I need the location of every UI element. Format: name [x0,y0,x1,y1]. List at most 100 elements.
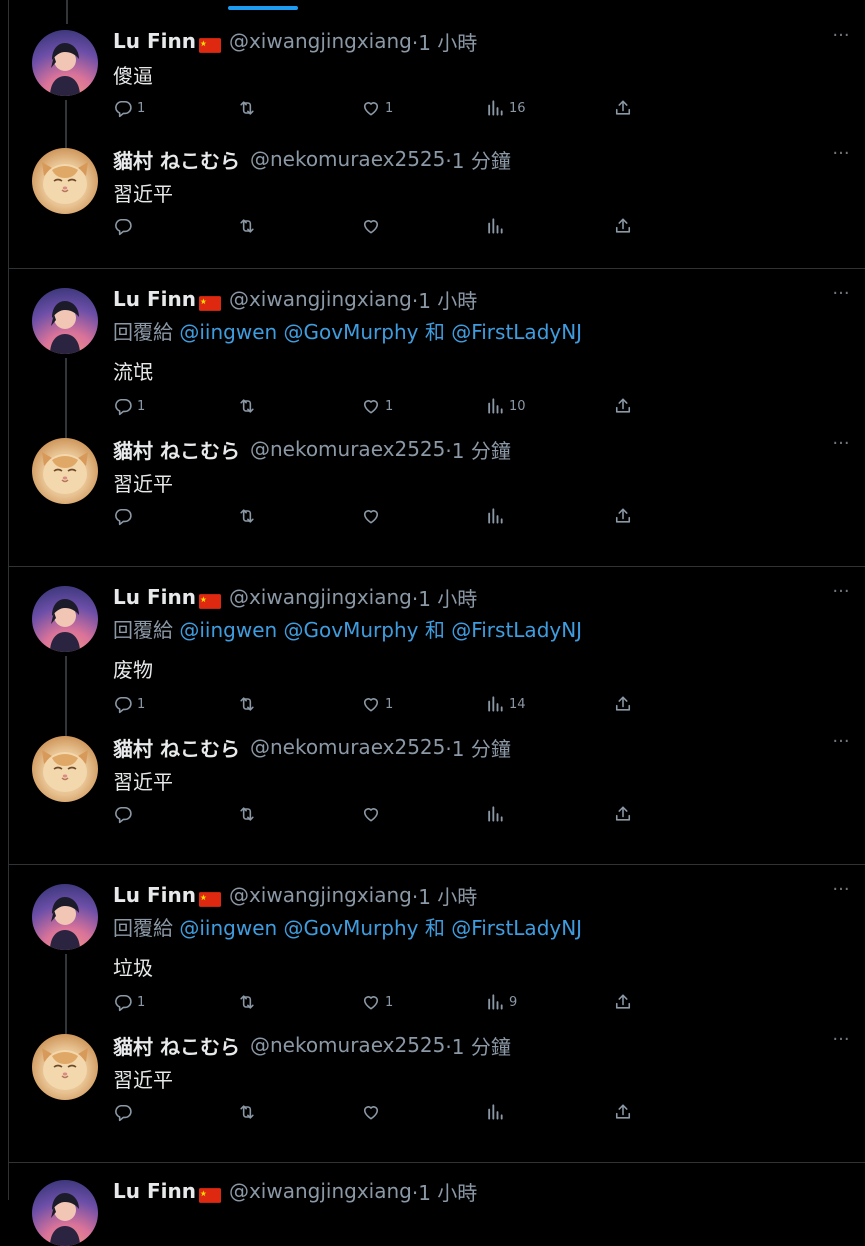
mention-link[interactable]: @iingwen [179,320,277,344]
user-handle[interactable]: @nekomuraex2525 [250,147,445,171]
tweet-reply-nekomura[interactable]: 貓村 ねこむら @nekomuraex2525·1 分鐘 ··· 習近平 [8,418,865,548]
tweet-lu-finn[interactable]: Lu Finn @xiwangjingxiang ·1 小時 ··· 回覆給 @iing… [8,864,865,1034]
timestamp[interactable]: ·1 小時 [412,881,477,910]
reply-button[interactable] [113,504,133,528]
tweet-reply-nekomura[interactable]: 貓村 ねこむら @nekomuraex2525·1 分鐘 ··· 習近平 [8,716,865,846]
timestamp[interactable]: ·1 分鐘 [445,1031,510,1060]
timestamp[interactable]: ·1 小時 [412,583,477,612]
mention-link[interactable]: @FirstLadyNJ [451,320,582,344]
mention-link[interactable]: @iingwen [179,618,277,642]
retweet-button[interactable] [237,1100,257,1124]
share-button[interactable] [613,990,633,1014]
retweet-button[interactable] [237,96,261,120]
share-button[interactable] [613,214,633,238]
more-icon[interactable]: ··· [829,434,853,454]
more-icon[interactable]: ··· [829,582,853,602]
mention-link[interactable]: @FirstLadyNJ [451,618,582,642]
display-name[interactable]: Lu Finn [113,585,196,609]
views-button[interactable]: 10 [485,394,526,418]
views-button[interactable]: 9 [485,990,517,1014]
views-button[interactable] [485,1100,505,1124]
reply-button[interactable]: 1 [113,692,145,716]
more-icon[interactable]: ··· [829,144,853,164]
reply-button[interactable] [113,802,133,826]
tweet-reply-nekomura[interactable]: 貓村 ねこむら @nekomuraex2525·1 分鐘 ··· 習近平 [8,128,865,258]
reply-button[interactable] [113,214,133,238]
views-button[interactable]: 14 [485,692,526,716]
timestamp[interactable]: ·1 分鐘 [445,733,510,762]
like-button[interactable]: 1 [361,692,393,716]
share-button[interactable] [613,802,633,826]
views-button[interactable] [485,504,505,528]
reply-button[interactable] [113,1100,133,1124]
retweet-button[interactable] [237,990,261,1014]
tweet-lu-finn[interactable]: Lu Finn @xiwangjingxiang ·1 小時 ··· 回覆給 @iing… [8,566,865,736]
more-icon[interactable]: ··· [829,26,853,46]
avatar[interactable] [32,438,98,504]
display-name[interactable]: Lu Finn [113,29,196,53]
timestamp[interactable]: ·1 分鐘 [445,145,510,174]
display-name[interactable]: 貓村 ねこむら [113,145,240,174]
mention-link[interactable]: @iingwen [179,916,277,940]
views-button[interactable] [485,802,505,826]
share-button[interactable] [613,1100,633,1124]
user-handle[interactable]: @xiwangjingxiang [229,287,412,311]
tweet-partial[interactable]: Lu Finn @xiwangjingxiang ·1 小時 [8,1164,865,1246]
tweet-lu-finn[interactable]: Lu Finn @xiwangjingxiang ·1 小時 ··· 回覆給 @iing… [8,268,865,438]
like-button[interactable]: 1 [361,990,393,1014]
mention-link[interactable]: @GovMurphy [284,618,419,642]
avatar[interactable] [32,1180,98,1246]
mention-link[interactable]: @GovMurphy [284,320,419,344]
share-button[interactable] [613,504,633,528]
more-icon[interactable]: ··· [829,732,853,752]
avatar[interactable] [32,288,98,354]
mention-link[interactable]: @FirstLadyNJ [451,916,582,940]
like-button[interactable] [361,1100,381,1124]
user-handle[interactable]: @xiwangjingxiang [229,1179,412,1203]
avatar[interactable] [32,148,98,214]
reply-button[interactable]: 1 [113,96,145,120]
like-button[interactable] [361,802,381,826]
share-button[interactable] [613,394,633,418]
timestamp[interactable]: ·1 分鐘 [445,435,510,464]
reply-button[interactable]: 1 [113,990,145,1014]
user-handle[interactable]: @xiwangjingxiang [229,29,412,53]
user-handle[interactable]: @nekomuraex2525 [250,1033,445,1057]
like-button[interactable] [361,214,381,238]
more-icon[interactable]: ··· [829,880,853,900]
retweet-button[interactable] [237,214,257,238]
timestamp[interactable]: ·1 小時 [412,27,477,56]
more-icon[interactable]: ··· [829,284,853,304]
retweet-button[interactable] [237,394,261,418]
retweet-button[interactable] [237,692,261,716]
avatar[interactable] [32,884,98,950]
timestamp[interactable]: ·1 小時 [412,1177,477,1206]
display-name[interactable]: Lu Finn [113,1179,196,1203]
tweet-reply-nekomura[interactable]: 貓村 ねこむら @nekomuraex2525·1 分鐘 ··· 習近平 [8,1014,865,1144]
retweet-button[interactable] [237,802,257,826]
timestamp[interactable]: ·1 小時 [412,285,477,314]
user-handle[interactable]: @nekomuraex2525 [250,437,445,461]
views-button[interactable] [485,214,505,238]
avatar[interactable] [32,30,98,96]
like-button[interactable] [361,504,381,528]
display-name[interactable]: 貓村 ねこむら [113,435,240,464]
like-button[interactable]: 1 [361,394,393,418]
avatar[interactable] [32,1034,98,1100]
avatar[interactable] [32,736,98,802]
share-button[interactable] [613,692,633,716]
user-handle[interactable]: @xiwangjingxiang [229,883,412,907]
views-button[interactable]: 16 [485,96,526,120]
share-button[interactable] [613,96,633,120]
display-name[interactable]: Lu Finn [113,287,196,311]
retweet-button[interactable] [237,504,257,528]
avatar[interactable] [32,586,98,652]
more-icon[interactable]: ··· [829,1030,853,1050]
mention-link[interactable]: @GovMurphy [284,916,419,940]
display-name[interactable]: Lu Finn [113,883,196,907]
like-button[interactable]: 1 [361,96,393,120]
tweet-lu-finn[interactable]: Lu Finn @xiwangjingxiang ·1 小時 ··· 傻逼 1 1 16 [8,10,865,148]
display-name[interactable]: 貓村 ねこむら [113,733,240,762]
user-handle[interactable]: @nekomuraex2525 [250,735,445,759]
display-name[interactable]: 貓村 ねこむら [113,1031,240,1060]
